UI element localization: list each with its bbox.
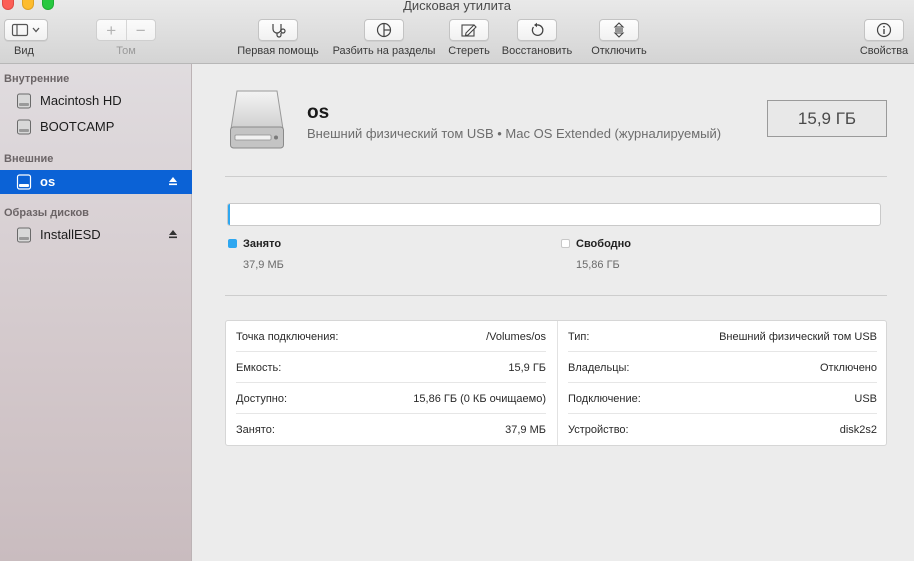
info-value: /Volumes/os <box>486 331 546 343</box>
partition-label: Разбить на разделы <box>332 45 436 57</box>
unmount-icon <box>613 22 625 38</box>
info-key: Точка подключения: <box>236 331 339 343</box>
info-button[interactable] <box>864 19 904 41</box>
info-value: 15,86 ГБ (0 КБ очищаемо) <box>413 393 546 405</box>
external-drive-icon <box>230 90 284 149</box>
volume-segmented-control[interactable]: + − <box>96 19 156 41</box>
disk-image-icon <box>17 227 31 243</box>
sidebar-item-label: InstallESD <box>40 227 101 242</box>
sidebar-item-bootcamp[interactable]: BOOTCAMP <box>0 115 192 139</box>
legend-free: Свободно <box>561 238 631 250</box>
first-aid-label: Первая помощь <box>237 45 319 57</box>
info-icon <box>876 22 892 38</box>
sidebar-item-label: Macintosh HD <box>40 93 122 108</box>
legend-used-label: Занято <box>243 238 282 250</box>
unmount-button[interactable] <box>599 19 639 41</box>
info-value: USB <box>854 393 877 405</box>
main-panel: os Внешний физический том USB • Mac OS E… <box>193 64 914 561</box>
usage-bar-used-fill <box>228 204 230 225</box>
info-key: Подключение: <box>568 393 641 405</box>
partition-button[interactable] <box>364 19 404 41</box>
sidebar: Внутренние Macintosh HD BOOTCAMP Внешние… <box>0 64 192 561</box>
info-value: 37,9 МБ <box>505 424 546 436</box>
info-row: Емкость: 15,9 ГБ <box>236 352 546 383</box>
sidebar-section-external: Внешние <box>4 153 54 165</box>
info-key: Доступно: <box>236 393 288 405</box>
legend-used: Занято <box>228 238 282 250</box>
restore-button[interactable] <box>517 19 557 41</box>
erase-button[interactable] <box>449 19 489 41</box>
restore-label: Восстановить <box>501 45 573 57</box>
legend-free-label: Свободно <box>576 238 631 250</box>
view-button[interactable] <box>4 19 48 41</box>
eject-icon[interactable] <box>168 229 178 239</box>
toolbar: Дисковая утилита Вид + − Том Первая помо… <box>0 0 914 64</box>
legend-used-value: 37,9 МБ <box>243 259 284 271</box>
pie-partition-icon <box>376 22 392 38</box>
erase-label: Стереть <box>448 45 490 57</box>
volume-size-box: 15,9 ГБ <box>767 100 887 137</box>
add-volume-icon[interactable]: + <box>97 20 127 40</box>
sidebar-item-label: BOOTCAMP <box>40 119 115 134</box>
unmount-label: Отключить <box>591 45 647 57</box>
divider <box>225 295 887 296</box>
info-row: Тип: Внешний физический том USB <box>568 321 877 352</box>
info-value: Внешний физический том USB <box>719 331 877 343</box>
volume-description: Внешний физический том USB • Mac OS Exte… <box>307 126 722 141</box>
info-value: Отключено <box>820 362 877 374</box>
sidebar-item-label: os <box>40 174 56 189</box>
info-row: Устройство: disk2s2 <box>568 414 877 445</box>
view-label: Вид <box>14 45 34 57</box>
usage-bar <box>227 203 881 226</box>
divider <box>225 176 887 177</box>
info-label: Свойства <box>859 45 909 57</box>
stethoscope-icon <box>272 24 286 38</box>
sidebar-item-macintosh-hd[interactable]: Macintosh HD <box>0 89 192 113</box>
sidebar-view-icon <box>11 23 40 37</box>
info-key: Тип: <box>568 331 590 343</box>
info-row: Доступно: 15,86 ГБ (0 КБ очищаемо) <box>236 383 546 414</box>
info-column-left: Точка подключения: /Volumes/os Емкость: … <box>226 321 556 445</box>
first-aid-button[interactable] <box>258 19 298 41</box>
legend-used-swatch <box>228 239 237 248</box>
info-key: Емкость: <box>236 362 282 374</box>
info-row: Владельцы: Отключено <box>568 352 877 383</box>
info-row: Точка подключения: /Volumes/os <box>236 321 546 352</box>
remove-volume-icon[interactable]: − <box>127 20 156 40</box>
volume-label: Том <box>116 45 136 57</box>
window-title: Дисковая утилита <box>403 0 511 13</box>
sidebar-section-disk-images: Образы дисков <box>4 207 89 219</box>
info-row: Подключение: USB <box>568 383 877 414</box>
external-disk-icon <box>16 174 32 190</box>
legend-free-swatch <box>561 239 570 248</box>
internal-disk-icon <box>17 93 31 109</box>
erase-pencil-icon <box>461 24 477 37</box>
info-value: disk2s2 <box>839 424 877 436</box>
info-row: Занято: 37,9 МБ <box>236 414 546 445</box>
legend-free-value: 15,86 ГБ <box>576 259 620 271</box>
sidebar-item-os[interactable]: os <box>0 170 192 194</box>
info-key: Устройство: <box>568 424 629 436</box>
volume-info-table: Точка подключения: /Volumes/os Емкость: … <box>225 320 887 446</box>
internal-disk-icon <box>17 119 31 135</box>
restore-arrow-icon <box>531 22 544 36</box>
info-key: Занято: <box>236 424 275 436</box>
eject-icon[interactable] <box>168 176 178 186</box>
info-column-right: Тип: Внешний физический том USB Владельц… <box>557 321 887 445</box>
sidebar-section-internal: Внутренние <box>4 73 70 85</box>
info-key: Владельцы: <box>568 362 630 374</box>
info-value: 15,9 ГБ <box>508 362 546 374</box>
sidebar-item-installesd[interactable]: InstallESD <box>0 223 192 247</box>
volume-name: os <box>307 102 330 123</box>
